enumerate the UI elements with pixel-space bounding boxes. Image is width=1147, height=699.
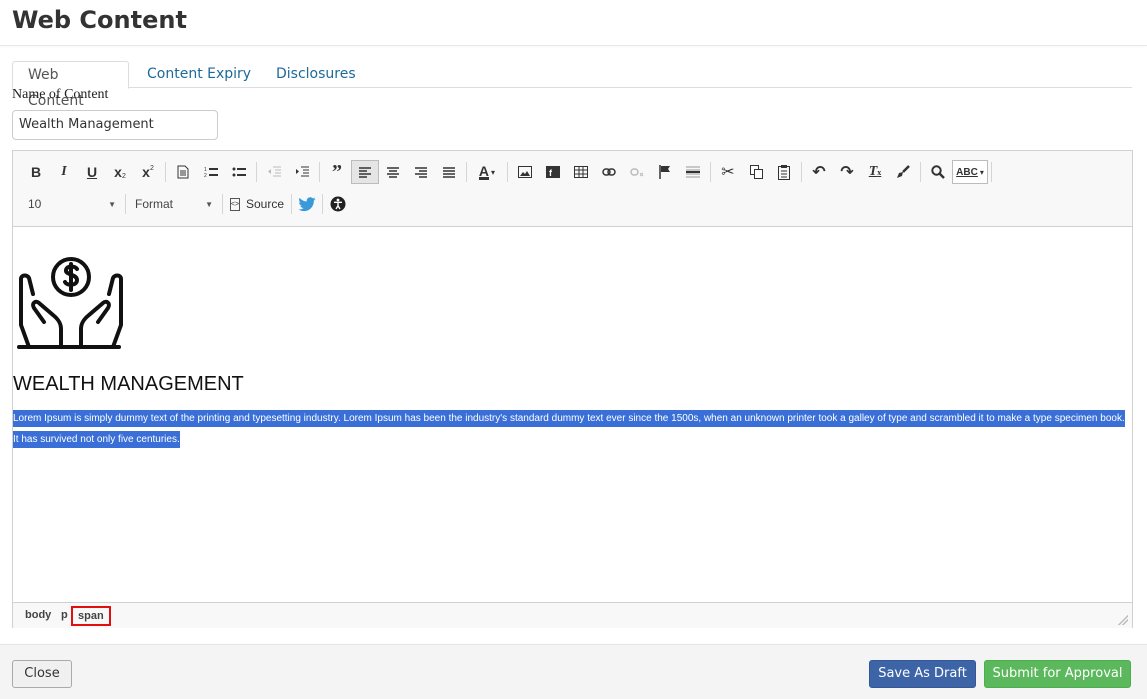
name-of-content-label: Name of Content bbox=[12, 87, 109, 102]
text-color-icon[interactable]: A ▾ bbox=[470, 160, 504, 184]
wealth-hands-icon bbox=[17, 255, 125, 349]
spellcheck-button[interactable]: ABC ▾ bbox=[952, 160, 988, 184]
redo-icon[interactable]: ↷ bbox=[833, 160, 861, 184]
tab-web-content[interactable]: Web Content bbox=[12, 61, 129, 109]
outdent-icon[interactable] bbox=[260, 160, 288, 184]
editor-toolbar: B I U x2 x2 12 ” A ▾ f ✂ ↶ ↷ T x ABC ▾ 1… bbox=[13, 151, 1132, 227]
submit-for-approval-button[interactable]: Submit for Approval bbox=[984, 660, 1131, 688]
selected-text-line-1: Lorem Ipsum is simply dummy text of the … bbox=[13, 410, 1125, 427]
chevron-down-icon: ▼ bbox=[205, 199, 213, 209]
horizontal-rule-icon[interactable] bbox=[679, 160, 707, 184]
toolbar-separator bbox=[466, 162, 467, 182]
paste-icon[interactable] bbox=[770, 160, 798, 184]
anchor-flag-icon[interactable] bbox=[651, 160, 679, 184]
toolbar-separator bbox=[991, 162, 992, 182]
bold-button[interactable]: B bbox=[22, 160, 50, 184]
source-icon: <> bbox=[230, 197, 240, 211]
superscript-button[interactable]: x2 bbox=[134, 160, 162, 184]
align-justify-icon[interactable] bbox=[435, 160, 463, 184]
tab-content-expiry[interactable]: Content Expiry bbox=[132, 61, 266, 88]
toolbar-separator bbox=[125, 194, 126, 214]
copy-icon[interactable] bbox=[742, 160, 770, 184]
save-as-draft-button[interactable]: Save As Draft bbox=[869, 660, 976, 688]
page-header: Web Content bbox=[0, 0, 1147, 46]
align-center-icon[interactable] bbox=[379, 160, 407, 184]
paragraph-icon[interactable] bbox=[169, 160, 197, 184]
toolbar-separator bbox=[507, 162, 508, 182]
path-body[interactable]: body bbox=[25, 609, 51, 621]
name-of-content-input[interactable]: Wealth Management bbox=[12, 110, 218, 140]
blockquote-icon[interactable]: ” bbox=[323, 160, 351, 184]
spellcheck-label: ABC bbox=[956, 166, 978, 178]
subscript-button[interactable]: x2 bbox=[106, 160, 134, 184]
source-button[interactable]: <> Source bbox=[226, 193, 288, 215]
source-label: Source bbox=[246, 197, 285, 211]
underline-button[interactable]: U bbox=[78, 160, 106, 184]
bulleted-list-icon[interactable] bbox=[225, 160, 253, 184]
toolbar-separator bbox=[291, 194, 293, 214]
cut-icon[interactable]: ✂ bbox=[714, 160, 742, 184]
path-span[interactable]: span bbox=[71, 606, 111, 626]
flash-icon[interactable]: f bbox=[539, 160, 567, 184]
table-icon[interactable] bbox=[567, 160, 595, 184]
close-button[interactable]: Close bbox=[12, 660, 72, 688]
tab-disclosures[interactable]: Disclosures bbox=[261, 61, 371, 88]
undo-icon[interactable]: ↶ bbox=[805, 160, 833, 184]
toolbar-separator bbox=[801, 162, 802, 182]
format-value: Format bbox=[135, 197, 174, 211]
toolbar-separator bbox=[222, 194, 223, 214]
toolbar-separator bbox=[165, 162, 166, 182]
accessibility-icon[interactable] bbox=[326, 192, 350, 216]
footer-bar: Close Save As Draft Submit for Approval bbox=[0, 644, 1147, 699]
element-path-bar: body p span bbox=[13, 602, 1132, 628]
numbered-list-icon[interactable]: 12 bbox=[197, 160, 225, 184]
twitter-icon[interactable] bbox=[295, 192, 319, 216]
toolbar-separator bbox=[322, 194, 324, 214]
image-icon[interactable] bbox=[511, 160, 539, 184]
resize-handle-icon[interactable] bbox=[1118, 615, 1128, 625]
indent-icon[interactable] bbox=[288, 160, 316, 184]
editor-content[interactable]: WEALTH MANAGEMENT Lorem Ipsum is simply … bbox=[13, 227, 1132, 602]
content-heading: WEALTH MANAGEMENT bbox=[13, 373, 244, 395]
format-painter-icon[interactable] bbox=[889, 160, 917, 184]
unlink-icon[interactable] bbox=[623, 160, 651, 184]
toolbar-separator bbox=[256, 162, 257, 182]
find-icon[interactable] bbox=[924, 160, 952, 184]
svg-text:2: 2 bbox=[204, 173, 207, 178]
chevron-down-icon: ▾ bbox=[979, 167, 984, 177]
align-left-icon[interactable] bbox=[351, 160, 379, 184]
italic-button[interactable]: I bbox=[50, 160, 78, 184]
rich-text-editor: B I U x2 x2 12 ” A ▾ f ✂ ↶ ↷ T x ABC ▾ 1… bbox=[12, 150, 1133, 628]
format-dropdown[interactable]: Format ▼ bbox=[129, 193, 219, 215]
link-icon[interactable] bbox=[595, 160, 623, 184]
remove-format-icon[interactable]: Tx bbox=[861, 160, 889, 184]
align-right-icon[interactable] bbox=[407, 160, 435, 184]
toolbar-separator bbox=[920, 162, 921, 182]
path-p[interactable]: p bbox=[61, 609, 68, 621]
selected-text-line-2: It has survived not only five centuries. bbox=[13, 431, 180, 448]
font-size-dropdown[interactable]: 10 ▼ bbox=[22, 193, 122, 215]
tab-bar: Web Content Content Expiry Disclosures bbox=[12, 61, 1132, 109]
page-title: Web Content bbox=[12, 6, 187, 34]
toolbar-separator bbox=[319, 162, 320, 182]
toolbar-separator bbox=[710, 162, 711, 182]
chevron-down-icon: ▼ bbox=[108, 199, 116, 209]
content-paragraph: Lorem Ipsum is simply dummy text of the … bbox=[13, 408, 1132, 450]
font-size-value: 10 bbox=[28, 197, 42, 211]
